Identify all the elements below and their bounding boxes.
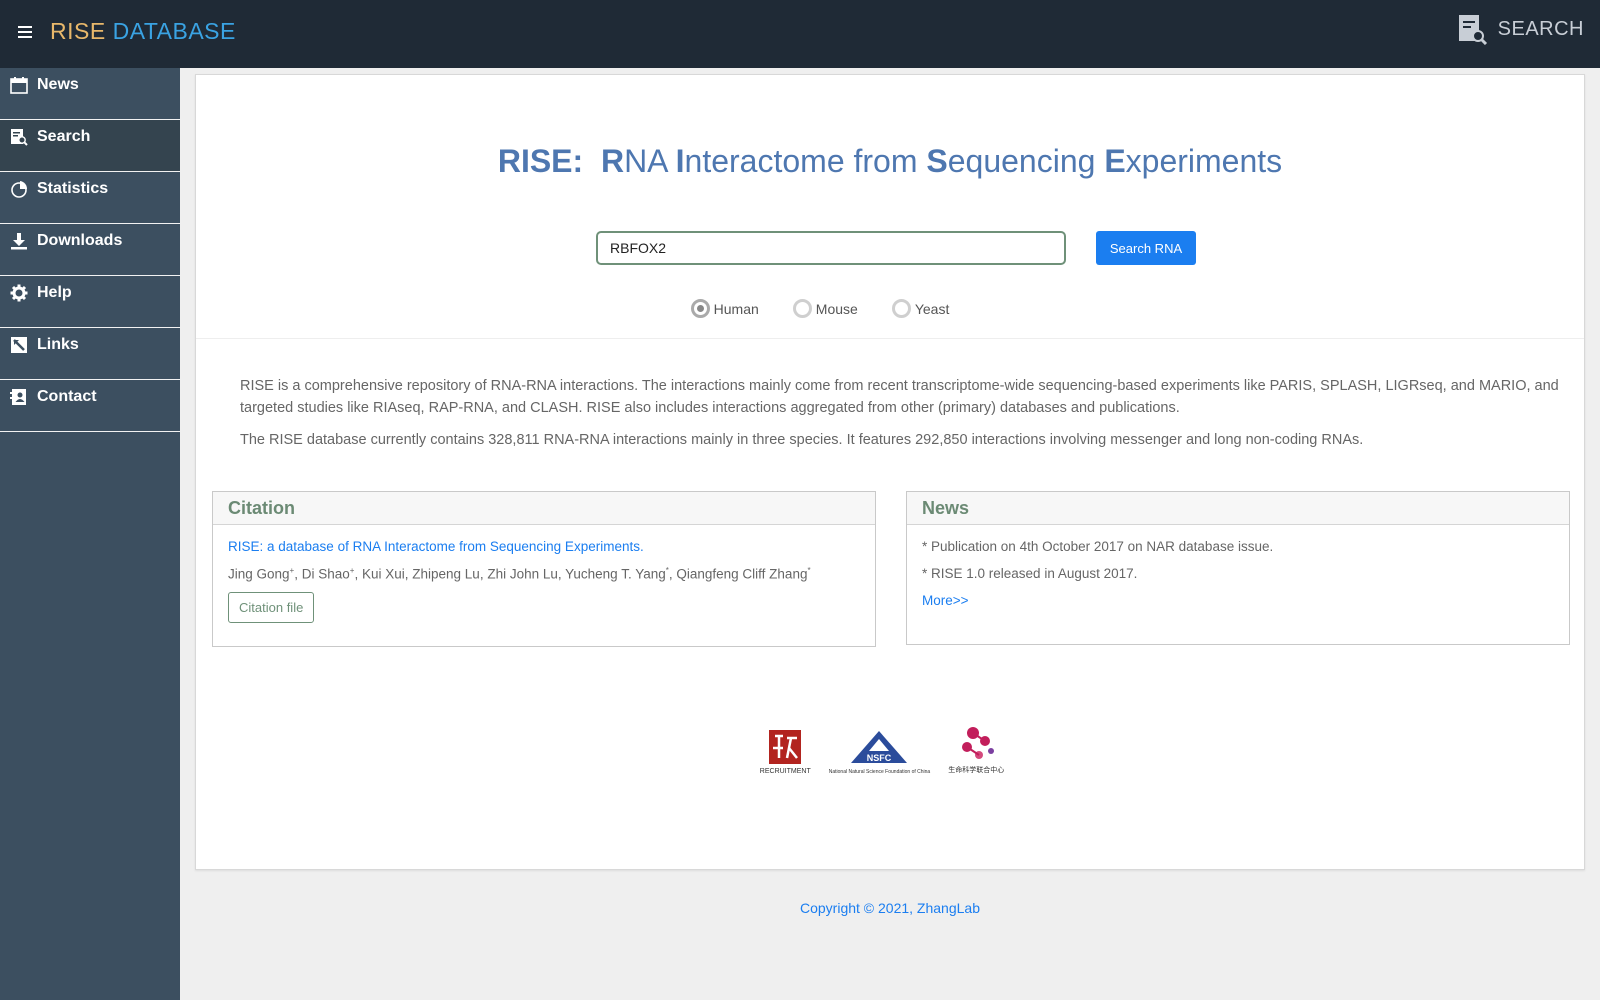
- top-bar: RISE DATABASE SEARCH: [0, 0, 1600, 68]
- title-word: RNA: [600, 143, 667, 179]
- recruitment-caption: RECRUITMENT: [759, 768, 811, 775]
- citation-heading: Citation: [213, 492, 875, 525]
- calendar-icon: [10, 77, 28, 94]
- brand-logo[interactable]: RISE DATABASE: [50, 18, 236, 45]
- description-paragraph: The RISE database currently contains 328…: [240, 432, 1364, 448]
- link-icon: [11, 337, 27, 353]
- sidebar-item-label: Contact: [37, 388, 97, 405]
- pie-chart-icon: [11, 181, 28, 198]
- sidebar-item-label: Downloads: [37, 232, 123, 249]
- citation-file-button[interactable]: Citation file: [228, 591, 315, 623]
- search-row: Search RNA: [196, 231, 1584, 265]
- species-radio-group: Human Mouse Yeast: [126, 299, 1514, 318]
- sidebar-item-label: Search: [37, 128, 91, 145]
- nsfc-text: NSFC: [867, 753, 892, 763]
- sidebar-item-search[interactable]: Search: [0, 120, 180, 172]
- nsfc-caption: National Natural Science Foundation of C…: [828, 769, 931, 775]
- page-title: RISE: RNA Interactome from Sequencing Ex…: [196, 143, 1584, 180]
- citation-paper-link[interactable]: RISE: a database of RNA Interactome from…: [228, 539, 860, 554]
- contact-icon: [10, 389, 26, 405]
- recruitment-logo[interactable]: RECRUITMENT: [760, 715, 811, 775]
- top-search-button[interactable]: SEARCH: [1458, 12, 1584, 46]
- news-panel: News * Publication on 4th October 2017 o…: [906, 491, 1570, 645]
- species-radio-human[interactable]: Human: [690, 299, 759, 318]
- sidebar-item-label: Help: [37, 284, 72, 301]
- sidebar-item-statistics[interactable]: Statistics: [0, 172, 180, 224]
- citation-panel: Citation RISE: a database of RNA Interac…: [212, 491, 876, 647]
- cls-molecule-icon: [962, 727, 995, 759]
- sidebar: News Search Statistics Downloads Help Li…: [0, 68, 180, 1000]
- radio-label: Yeast: [914, 300, 950, 317]
- brand-database: DATABASE: [112, 18, 236, 44]
- title-word: Experiments: [1104, 143, 1283, 179]
- radio-unselected-icon[interactable]: [792, 299, 812, 318]
- footer-copyright[interactable]: Copyright © 2021, ZhangLab: [180, 900, 1600, 916]
- title-word: Interactome from: [675, 143, 918, 179]
- species-radio-mouse[interactable]: Mouse: [792, 299, 858, 318]
- news-item: * RISE 1.0 released in August 2017.: [922, 566, 1138, 581]
- gear-icon: [10, 284, 28, 302]
- radio-label: Mouse: [815, 300, 858, 317]
- rna-search-input[interactable]: [596, 231, 1066, 265]
- sidebar-item-news[interactable]: News: [0, 68, 180, 120]
- search-doc-icon: [1458, 15, 1487, 45]
- main-card: RISE: RNA Interactome from Sequencing Ex…: [195, 74, 1585, 870]
- cls-logo[interactable]: 生命科学联合中心: [948, 715, 1004, 775]
- hero-section: RISE: RNA Interactome from Sequencing Ex…: [196, 75, 1584, 339]
- sidebar-item-label: News: [37, 76, 79, 93]
- sidebar-item-links[interactable]: Links: [0, 328, 180, 380]
- radio-unselected-icon[interactable]: [891, 299, 911, 318]
- nsfc-emblem-icon: NSFC: [851, 731, 908, 763]
- nsfc-logo[interactable]: NSFC National Natural Science Foundation…: [829, 715, 930, 775]
- radio-label: Human: [713, 300, 759, 317]
- cls-caption: 生命科学联合中心: [948, 767, 1005, 774]
- title-prefix: RISE:: [497, 143, 584, 179]
- news-item: * Publication on 4th October 2017 on NAR…: [922, 539, 1274, 554]
- description: RISE is a comprehensive repository of RN…: [240, 375, 1560, 461]
- sidebar-item-label: Statistics: [37, 180, 109, 197]
- search-doc-icon: [11, 129, 28, 146]
- search-rna-button[interactable]: Search RNA: [1096, 231, 1196, 265]
- title-word: Sequencing: [926, 143, 1096, 179]
- sidebar-item-contact[interactable]: Contact: [0, 380, 180, 432]
- top-search-label: SEARCH: [1497, 17, 1584, 40]
- sidebar-item-downloads[interactable]: Downloads: [0, 224, 180, 276]
- description-paragraph: RISE is a comprehensive repository of RN…: [240, 378, 1559, 416]
- download-icon: [11, 233, 27, 250]
- species-radio-yeast[interactable]: Yeast: [891, 299, 950, 318]
- recruitment-seal-icon: [769, 730, 802, 764]
- news-heading: News: [907, 492, 1569, 525]
- sidebar-item-label: Links: [37, 336, 79, 353]
- news-more-link[interactable]: More>>: [922, 593, 1554, 608]
- citation-authors: Jing Gong+, Di Shao+, Kui Xui, Zhipeng L…: [228, 566, 811, 582]
- brand-rise: RISE: [50, 18, 106, 44]
- radio-selected-icon[interactable]: [690, 299, 710, 318]
- sponsor-logos: RECRUITMENT NSFC National Natural Scienc…: [188, 715, 1576, 775]
- hamburger-menu-icon[interactable]: [18, 26, 32, 38]
